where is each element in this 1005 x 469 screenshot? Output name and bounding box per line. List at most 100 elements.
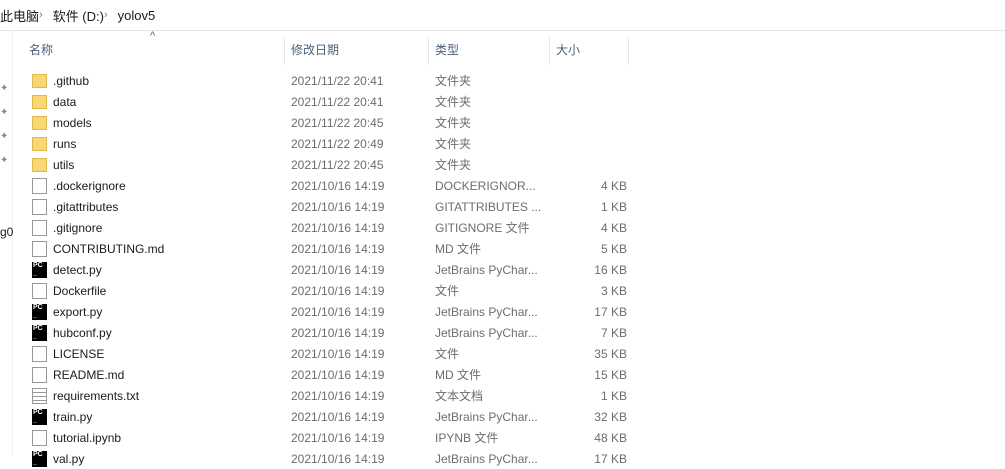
file-date: 2021/10/16 14:19 <box>291 304 385 319</box>
folder-icon <box>32 73 47 88</box>
file-date: 2021/10/16 14:19 <box>291 346 385 361</box>
file-name: .github <box>53 73 90 88</box>
file-name: README.md <box>53 367 125 382</box>
file-size: 4 KB <box>600 220 627 235</box>
file-size: 5 KB <box>600 241 627 256</box>
file-date: 2021/10/16 14:19 <box>291 430 385 445</box>
column-date-modified[interactable]: 修改日期 <box>285 37 429 65</box>
file-type: 文本文档 <box>435 389 484 403</box>
file-row[interactable]: .gitattributes 2021/10/16 14:19 GITATTRI… <box>29 196 627 217</box>
file-type: JetBrains PyChar... <box>435 451 538 466</box>
nav-item-partial[interactable]: g0 <box>0 225 13 239</box>
file-type: MD 文件 <box>435 368 481 382</box>
file-icon <box>32 366 47 383</box>
file-date: 2021/10/16 14:19 <box>291 367 385 382</box>
file-size: 17 KB <box>594 304 627 319</box>
breadcrumb-this-pc[interactable]: 此电脑 <box>0 6 39 25</box>
breadcrumb: 此电脑 › 软件 (D:) › yolov5 <box>0 0 1005 31</box>
file-size: 35 KB <box>594 346 627 361</box>
breadcrumb-yolov5[interactable]: yolov5 <box>118 8 156 23</box>
file-row[interactable]: PC _ train.py 2021/10/16 14:19 JetBrains P… <box>29 406 627 427</box>
file-date: 2021/10/16 14:19 <box>291 451 385 466</box>
file-size: 1 KB <box>600 388 627 403</box>
pin-icon: ✦ <box>0 131 9 142</box>
file-name: utils <box>53 157 75 172</box>
file-type: GITIGNORE 文件 <box>435 221 530 235</box>
file-size: 17 KB <box>594 451 627 466</box>
column-name[interactable]: 名称 <box>29 37 285 65</box>
file-name: requirements.txt <box>53 388 140 403</box>
file-row[interactable]: Dockerfile 2021/10/16 14:19 文件 3 KB <box>29 280 627 301</box>
file-type: 文件夹 <box>435 95 472 109</box>
file-icon <box>32 177 47 194</box>
pycharm-file-icon: PC _ <box>32 303 47 320</box>
file-date: 2021/11/22 20:49 <box>291 136 384 151</box>
file-name: .dockerignore <box>53 178 126 193</box>
file-row[interactable]: requirements.txt 2021/10/16 14:19 文本文档 1… <box>29 385 627 406</box>
file-row[interactable]: utils 2021/11/22 20:45 文件夹 <box>29 154 627 175</box>
chevron-right-icon[interactable]: › <box>39 9 43 21</box>
file-name: export.py <box>53 304 103 319</box>
file-type: 文件夹 <box>435 137 472 151</box>
file-icon <box>32 240 47 257</box>
file-type: 文件夹 <box>435 158 472 172</box>
file-type: IPYNB 文件 <box>435 431 499 445</box>
file-name: train.py <box>53 409 93 424</box>
file-date: 2021/10/16 14:19 <box>291 388 385 403</box>
file-name: LICENSE <box>53 346 105 361</box>
text-file-icon <box>32 387 47 404</box>
file-size: 32 KB <box>594 409 627 424</box>
file-type: MD 文件 <box>435 242 481 256</box>
file-date: 2021/10/16 14:19 <box>291 199 385 214</box>
folder-icon <box>32 136 47 151</box>
file-type: JetBrains PyChar... <box>435 262 538 277</box>
file-date: 2021/11/22 20:45 <box>291 115 384 130</box>
chevron-right-icon[interactable]: › <box>104 9 108 21</box>
file-date: 2021/11/22 20:41 <box>291 94 384 109</box>
file-row[interactable]: LICENSE 2021/10/16 14:19 文件 35 KB <box>29 343 627 364</box>
file-type: JetBrains PyChar... <box>435 409 538 424</box>
file-type: GITATTRIBUTES ... <box>435 199 542 214</box>
file-name: .gitattributes <box>53 199 119 214</box>
file-type: JetBrains PyChar... <box>435 325 538 340</box>
file-size: 1 KB <box>600 199 627 214</box>
file-row[interactable]: README.md 2021/10/16 14:19 MD 文件 15 KB <box>29 364 627 385</box>
pin-icon: ✦ <box>0 155 9 166</box>
file-row[interactable]: PC _ detect.py 2021/10/16 14:19 JetBrains … <box>29 259 627 280</box>
file-icon <box>32 219 47 236</box>
file-row[interactable]: .gitignore 2021/10/16 14:19 GITIGNORE 文件… <box>29 217 627 238</box>
file-row[interactable]: data 2021/11/22 20:41 文件夹 <box>29 91 627 112</box>
file-size: 48 KB <box>594 430 627 445</box>
file-row[interactable]: models 2021/11/22 20:45 文件夹 <box>29 112 627 133</box>
file-row[interactable]: PC _ export.py 2021/10/16 14:19 JetBrains … <box>29 301 627 322</box>
file-row[interactable]: PC _ val.py 2021/10/16 14:19 JetBrains PyC… <box>29 448 627 469</box>
folder-icon <box>32 94 47 109</box>
file-icon <box>32 198 47 215</box>
file-row[interactable]: PC _ hubconf.py 2021/10/16 14:19 JetBrains… <box>29 322 627 343</box>
file-row[interactable]: .github 2021/11/22 20:41 文件夹 <box>29 70 627 91</box>
file-size: 15 KB <box>594 367 627 382</box>
file-date: 2021/10/16 14:19 <box>291 178 385 193</box>
file-row[interactable]: .dockerignore 2021/10/16 14:19 DOCKERIGN… <box>29 175 627 196</box>
pin-icon: ✦ <box>0 107 9 118</box>
file-size: 4 KB <box>600 178 627 193</box>
file-date: 2021/10/16 14:19 <box>291 220 385 235</box>
breadcrumb-drive-d[interactable]: 软件 (D:) <box>53 6 104 25</box>
file-row[interactable]: runs 2021/11/22 20:49 文件夹 <box>29 133 627 154</box>
column-header: 名称 修改日期 类型 大小 <box>29 37 629 65</box>
file-row[interactable]: tutorial.ipynb 2021/10/16 14:19 IPYNB 文件… <box>29 427 627 448</box>
file-name: models <box>53 115 92 130</box>
file-name: runs <box>53 136 77 151</box>
column-type[interactable]: 类型 <box>429 37 550 65</box>
file-row[interactable]: CONTRIBUTING.md 2021/10/16 14:19 MD 文件 5… <box>29 238 627 259</box>
file-name: detect.py <box>53 262 102 277</box>
column-size[interactable]: 大小 <box>550 37 629 65</box>
file-type: 文件 <box>435 284 460 298</box>
navigation-pane: ✦ ✦ ✦ ✦ g0 <box>0 31 13 456</box>
pin-icon: ✦ <box>0 83 9 94</box>
file-size: 7 KB <box>600 325 627 340</box>
file-name: val.py <box>53 451 85 466</box>
file-name: hubconf.py <box>53 325 112 340</box>
file-name: .gitignore <box>53 220 103 235</box>
pycharm-file-icon: PC _ <box>32 324 47 341</box>
